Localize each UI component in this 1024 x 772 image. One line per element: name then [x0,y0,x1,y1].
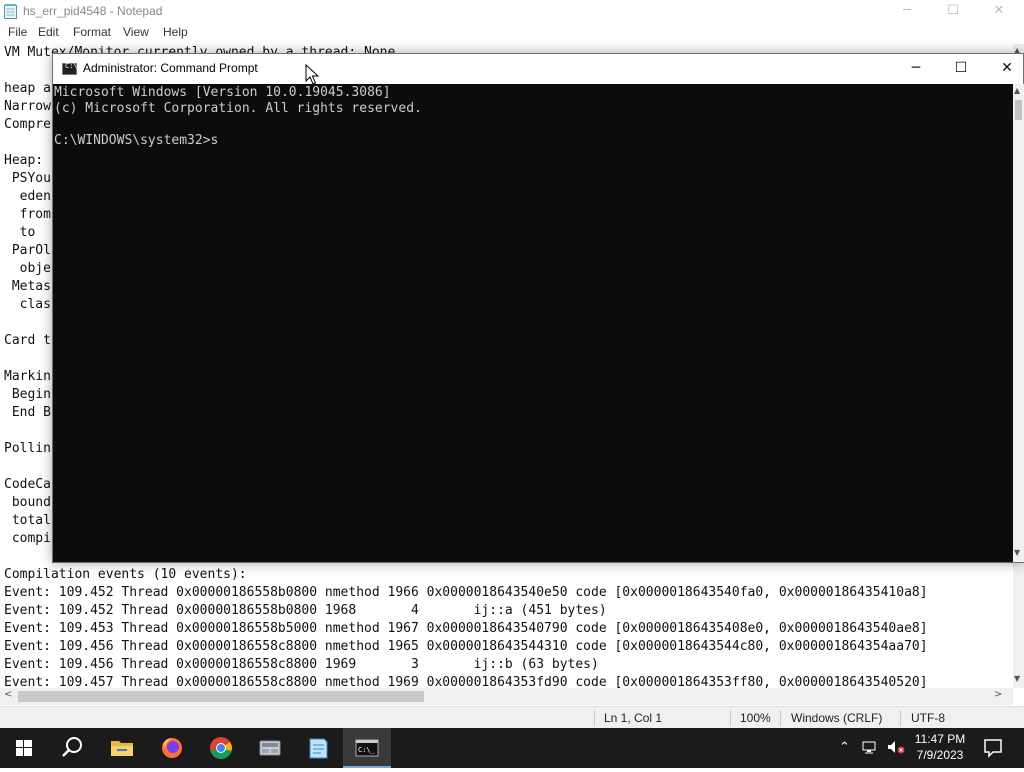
horizontal-scroll-thumb[interactable] [18,691,424,702]
cmd-output-line: Microsoft Windows [Version 10.0.19045.30… [54,85,391,100]
search-button[interactable] [48,728,96,768]
file-explorer-button[interactable] [98,728,146,768]
cmd-close-button[interactable]: ✕ [984,54,1024,84]
mouse-cursor-icon [305,64,319,85]
scroll-left-icon[interactable]: < [4,689,12,700]
taskbar-clock[interactable]: 11:47 PM 7/9/2023 [910,731,970,763]
notepad-minimize-button[interactable]: ─ [884,0,930,24]
status-zoom: 100% [740,711,771,725]
cmd-vertical-scrollbar[interactable]: ▲ ▼ [1013,84,1024,562]
menu-edit[interactable]: Edit [38,25,59,39]
menu-file[interactable]: File [8,25,27,39]
scroll-up-icon[interactable]: ▲ [1014,86,1020,95]
status-line-ending: Windows (CRLF) [791,711,883,725]
scroll-down-icon[interactable]: ▼ [1014,674,1020,683]
notepad-menubar: File Edit Format View Help [0,24,1024,42]
status-divider [594,710,595,726]
notepad-text-line: Event: 109.452 Thread 0x00000186558b0800… [4,585,928,600]
status-cursor-position: Ln 1, Col 1 [604,711,663,725]
notepad-text-line: Event: 109.457 Thread 0x00000186558c8800… [4,675,928,688]
notepad-icon [309,738,328,759]
menu-help[interactable]: Help [163,25,188,39]
app-icon [259,740,281,756]
status-divider [730,710,731,726]
windows-logo-icon [16,740,32,756]
notepad-horizontal-scrollbar[interactable]: < > [0,688,1013,705]
command-prompt-window[interactable]: C:\ Administrator: Command Prompt ─ ☐ ✕ … [52,53,1024,563]
notepad-taskbar-button[interactable] [294,728,342,768]
chrome-button[interactable] [197,728,245,768]
svg-text:C:\_: C:\_ [358,746,376,754]
taskbar: C:\_ ⌃ 11:47 PM 7/9/2023 [0,728,1024,768]
scroll-right-icon[interactable]: > [994,689,1002,700]
folder-icon [111,741,133,756]
notifications-icon[interactable] [983,738,1003,758]
notepad-text-line: Event: 109.452 Thread 0x00000186558b0800… [4,603,607,618]
notepad-text-line: Event: 109.456 Thread 0x00000186558c8800… [4,657,599,672]
search-icon [62,737,82,757]
notepad-title: hs_err_pid4548 - Notepad [23,4,163,18]
cmd-titlebar[interactable]: C:\ Administrator: Command Prompt ─ ☐ ✕ [53,54,1023,84]
cmd-minimize-button[interactable]: ─ [893,54,939,84]
menu-view[interactable]: View [123,25,149,39]
notepad-status-bar: Ln 1, Col 1 100% Windows (CRLF) UTF-8 [0,706,1024,728]
command-prompt-taskbar-button[interactable]: C:\_ [343,728,391,768]
network-icon[interactable] [862,739,880,755]
menu-format[interactable]: Format [73,25,111,39]
firefox-button[interactable] [148,728,196,768]
app-generic-button[interactable] [246,728,294,768]
notepad-text-line: Compilation events (10 events): [4,567,247,582]
cmd-icon: C:\ [62,62,78,75]
notepad-icon [4,4,17,19]
status-divider [900,710,901,726]
notepad-text-line: Event: 109.456 Thread 0x00000186558c8800… [4,639,928,654]
status-divider [780,710,781,726]
cmd-maximize-button[interactable]: ☐ [938,54,984,84]
cmd-output-line [54,117,1011,133]
notepad-text-line: Event: 109.453 Thread 0x00000186558b5000… [4,621,928,636]
cmd-output-line: C:\WINDOWS\system32>s [54,133,219,148]
notepad-close-button[interactable]: ✕ [976,0,1022,24]
clock-date: 7/9/2023 [916,748,964,762]
vertical-scroll-thumb[interactable] [1015,100,1022,120]
volume-muted-icon[interactable] [886,739,906,755]
start-button[interactable] [0,728,48,768]
firefox-icon [162,738,182,758]
cmd-title: Administrator: Command Prompt [83,61,258,75]
cmd-icon: C:\_ [355,739,379,757]
status-encoding: UTF-8 [911,711,945,725]
clock-time: 11:47 PM [914,732,966,746]
cmd-output-line: (c) Microsoft Corporation. All rights re… [54,101,422,116]
notepad-titlebar[interactable]: hs_err_pid4548 - Notepad ─ ☐ ✕ [0,0,1024,24]
chrome-icon [210,737,232,759]
notepad-maximize-button[interactable]: ☐ [930,0,976,24]
scroll-down-icon[interactable]: ▼ [1014,548,1020,557]
show-hidden-icons-chevron-icon[interactable]: ⌃ [839,740,850,755]
cmd-console-output[interactable]: Microsoft Windows [Version 10.0.19045.30… [53,84,1011,562]
